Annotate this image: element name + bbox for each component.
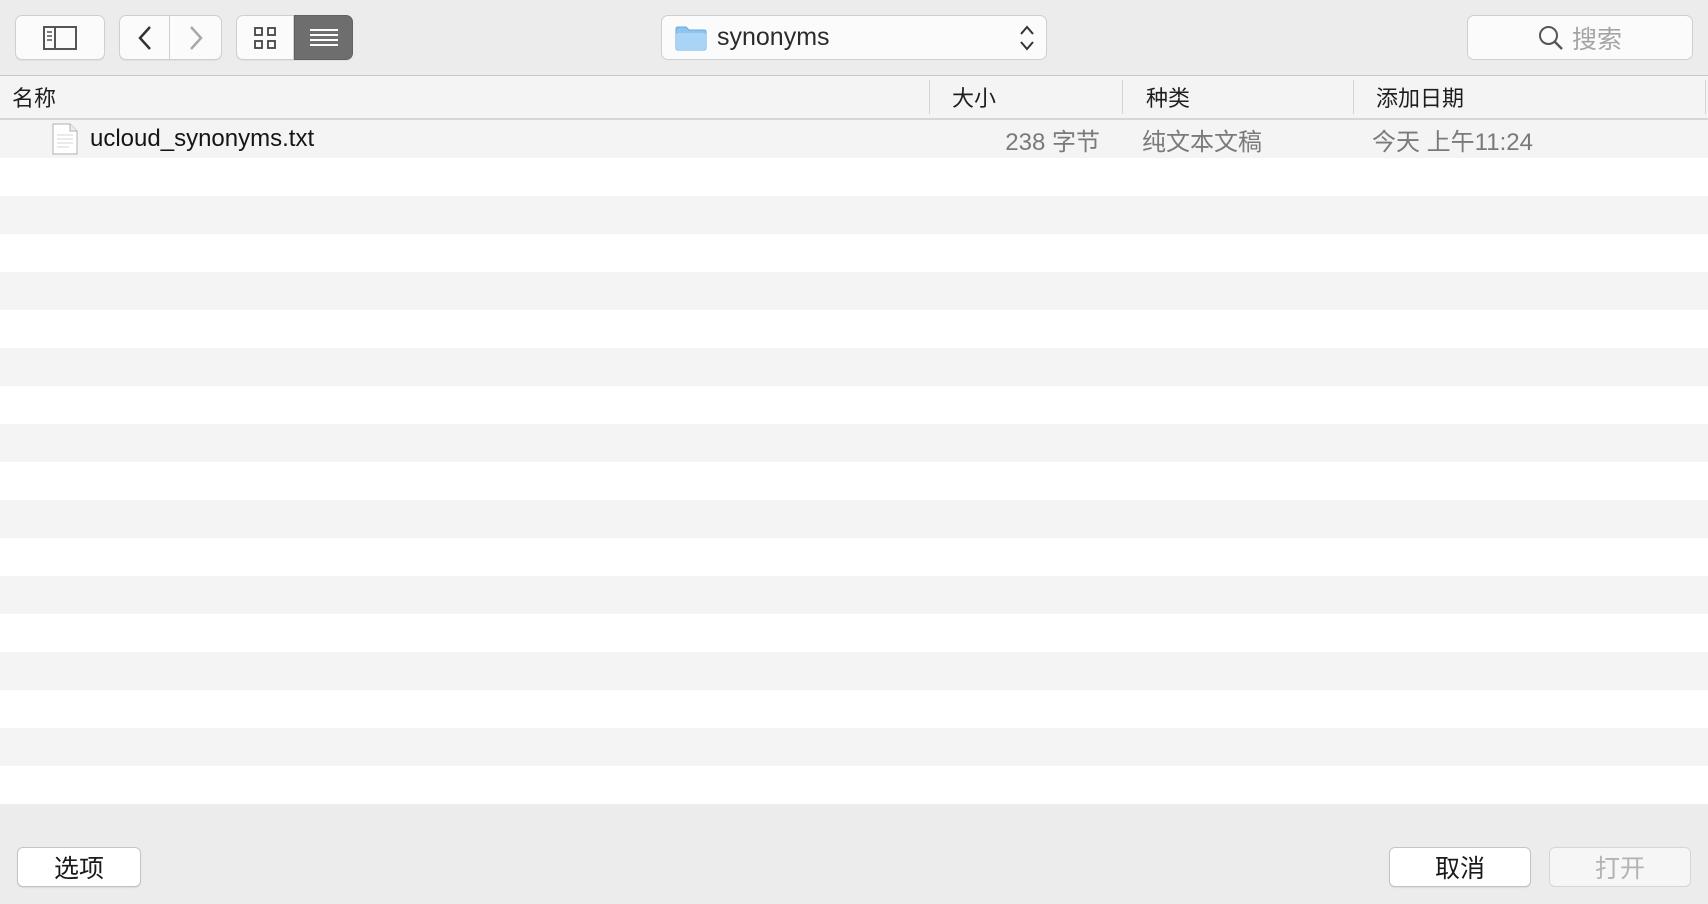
empty-row — [0, 728, 1708, 766]
search-placeholder: 搜索 — [1571, 25, 1622, 54]
dialog-footer: 选项 取消 打开 — [0, 810, 1708, 904]
column-header-bar: 名称 大小 种类 添加日期 — [0, 76, 1708, 120]
list-view-button[interactable] — [294, 15, 353, 60]
search-field[interactable]: 搜索 — [1467, 15, 1693, 60]
empty-row — [0, 652, 1708, 690]
grid-icon — [254, 26, 276, 49]
list-icon — [309, 28, 339, 48]
file-size: 238 字节 — [1005, 128, 1100, 156]
column-divider[interactable] — [1353, 80, 1354, 114]
sidebar-icon — [43, 25, 77, 50]
empty-row — [0, 310, 1708, 348]
empty-row — [0, 272, 1708, 310]
empty-row — [0, 196, 1708, 234]
file-list: ucloud_synonyms.txt 238 字节 纯文本文稿 今天 上午11… — [0, 120, 1708, 810]
forward-button[interactable] — [170, 15, 222, 60]
column-divider[interactable] — [929, 80, 930, 114]
icon-view-button[interactable] — [236, 15, 294, 60]
empty-row — [0, 386, 1708, 424]
empty-row — [0, 234, 1708, 272]
file-kind: 纯文本文稿 — [1142, 128, 1262, 156]
chevron-right-icon — [188, 25, 204, 51]
empty-row — [0, 766, 1708, 804]
options-button[interactable]: 选项 — [17, 847, 141, 887]
chevron-left-icon — [137, 25, 153, 51]
file-date-added: 今天 上午11:24 — [1372, 128, 1533, 156]
empty-row — [0, 538, 1708, 576]
path-popup[interactable]: synonyms — [661, 15, 1047, 60]
search-icon — [1538, 25, 1564, 51]
column-header-size[interactable]: 大小 — [952, 76, 1122, 118]
empty-row — [0, 424, 1708, 462]
empty-row — [0, 462, 1708, 500]
file-name: ucloud_synonyms.txt — [90, 125, 315, 152]
path-popup-label: synonyms — [717, 23, 830, 51]
column-header-kind[interactable]: 种类 — [1146, 76, 1351, 118]
empty-row — [0, 158, 1708, 196]
empty-row — [0, 690, 1708, 728]
text-file-icon — [52, 123, 78, 155]
empty-row — [0, 576, 1708, 614]
column-header-name[interactable]: 名称 — [12, 76, 927, 118]
empty-row — [0, 348, 1708, 386]
folder-icon — [675, 25, 707, 51]
cancel-button[interactable]: 取消 — [1389, 847, 1531, 887]
back-button[interactable] — [119, 15, 170, 60]
sidebar-toggle-button[interactable] — [15, 15, 105, 60]
file-row[interactable]: ucloud_synonyms.txt 238 字节 纯文本文稿 今天 上午11… — [0, 120, 1708, 158]
column-divider[interactable] — [1122, 80, 1123, 114]
empty-row — [0, 500, 1708, 538]
column-header-date-added[interactable]: 添加日期 — [1376, 76, 1701, 118]
empty-row — [0, 614, 1708, 652]
popup-stepper-icon — [1018, 23, 1036, 58]
file-name-cell: ucloud_synonyms.txt — [52, 120, 314, 158]
toolbar: synonyms 搜索 — [0, 0, 1708, 76]
open-button[interactable]: 打开 — [1549, 847, 1691, 887]
column-divider — [1705, 80, 1706, 114]
